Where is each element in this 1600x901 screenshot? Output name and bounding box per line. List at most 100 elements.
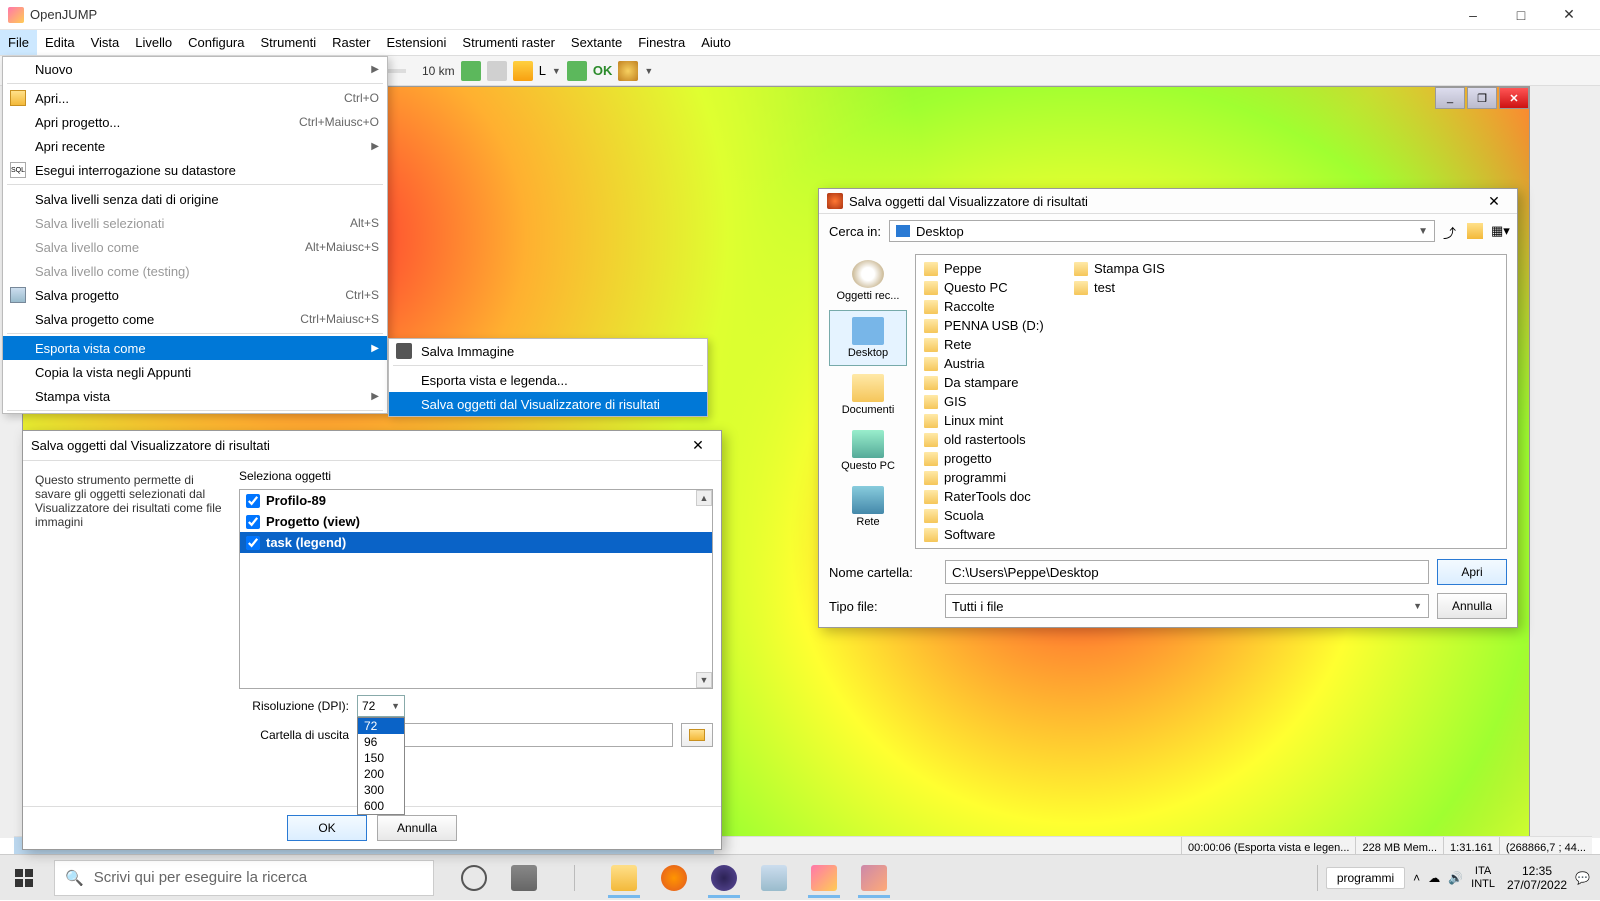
cancel-button[interactable]: Annulla [377,815,457,841]
task-openjump[interactable] [800,858,848,898]
menu-item-copia-vista[interactable]: Copia la vista negli Appunti [3,360,387,384]
window-minimize-button[interactable]: – [1450,1,1496,29]
menu-item-apri[interactable]: Apri...Ctrl+O [3,86,387,110]
dialog-close-button[interactable]: ✕ [683,434,713,458]
tray-onedrive-icon[interactable]: ☁ [1428,871,1440,885]
file-item[interactable]: programmi [920,468,1060,487]
open-button[interactable]: Apri [1437,559,1507,585]
view-mode-icon[interactable]: ▦▾ [1491,223,1507,239]
menu-item-apri-progetto[interactable]: Apri progetto...Ctrl+Maiusc+O [3,110,387,134]
file-item[interactable]: Austria [920,354,1060,373]
menu-item-esporta-vista[interactable]: Esporta vista come▶ [3,336,387,360]
menu-sextante[interactable]: Sextante [563,30,630,55]
object-item[interactable]: Profilo-89 [240,490,712,511]
tool-globe-icon[interactable] [461,61,481,81]
file-item[interactable]: Rete [920,335,1060,354]
menu-strumenti-raster[interactable]: Strumenti raster [454,30,562,55]
dpi-option[interactable]: 600 [358,798,404,814]
menu-item-salva-livello-come[interactable]: Salva livello comeAlt+Maiusc+S [3,235,387,259]
file-item[interactable]: Software [920,525,1060,544]
tray-chevron-icon[interactable]: ˄ [1413,871,1420,885]
dpi-option[interactable]: 72 [358,718,404,734]
tray-language[interactable]: ITAINTL [1471,865,1495,891]
file-item[interactable]: old rastertools [920,430,1060,449]
file-item[interactable]: Scuola [920,506,1060,525]
menu-item-datastore[interactable]: SQLEsegui interrogazione su datastore [3,158,387,182]
ok-button[interactable]: OK [287,815,367,841]
up-folder-icon[interactable]: ⤴ [1443,223,1459,239]
object-item[interactable]: task (legend) [240,532,712,553]
start-button[interactable] [0,855,48,901]
object-item[interactable]: Progetto (view) [240,511,712,532]
file-item[interactable]: Questo PC [920,278,1060,297]
tool-palette-icon[interactable] [618,61,638,81]
window-maximize-button[interactable]: □ [1498,1,1544,29]
docwin-close-button[interactable]: ✕ [1499,87,1529,109]
file-item[interactable]: Stampa GIS [1070,259,1210,278]
dpi-combobox[interactable]: 72▼ 72 96 150 200 300 600 [357,695,405,717]
file-item[interactable]: test [1070,278,1210,297]
menu-configura[interactable]: Configura [180,30,252,55]
object-checkbox[interactable] [246,494,260,508]
menu-item-salva-livelli-sel[interactable]: Salva livelli selezionatiAlt+S [3,211,387,235]
task-explorer[interactable] [600,858,648,898]
objects-listbox[interactable]: ▲ Profilo-89 Progetto (view) task (legen… [239,489,713,689]
file-list[interactable]: PeppeQuesto PCRaccoltePENNA USB (D:)Rete… [915,254,1507,549]
menu-item-salva-livello-testing[interactable]: Salva livello come (testing) [3,259,387,283]
menu-estensioni[interactable]: Estensioni [378,30,454,55]
submenu-salva-oggetti[interactable]: Salva oggetti dal Visualizzatore di risu… [389,392,707,416]
tray-volume-icon[interactable]: 🔊 [1448,871,1463,885]
task-taskview[interactable] [500,858,548,898]
dpi-option[interactable]: 300 [358,782,404,798]
menu-item-nuovo[interactable]: Nuovo▶ [3,57,387,81]
menu-item-salva-progetto[interactable]: Salva progettoCtrl+S [3,283,387,307]
folder-name-input[interactable] [945,560,1429,584]
tool-envelope-icon[interactable] [513,61,533,81]
menu-strumenti[interactable]: Strumenti [253,30,325,55]
menu-item-apri-recente[interactable]: Apri recente▶ [3,134,387,158]
lookin-combobox[interactable]: Desktop ▼ [889,220,1435,242]
dpi-option[interactable]: 200 [358,766,404,782]
object-checkbox[interactable] [246,536,260,550]
menu-raster[interactable]: Raster [324,30,378,55]
scroll-down-icon[interactable]: ▼ [696,672,712,688]
task-cortana[interactable] [450,858,498,898]
dpi-option[interactable]: 150 [358,750,404,766]
place-network[interactable]: Rete [829,480,907,534]
file-type-combobox[interactable]: Tutti i file▼ [945,594,1429,618]
dpi-option[interactable]: 96 [358,734,404,750]
window-close-button[interactable]: ✕ [1546,1,1592,29]
file-chooser-cancel-button[interactable]: Annulla [1437,593,1507,619]
menu-item-salva-progetto-come[interactable]: Salva progetto comeCtrl+Maiusc+S [3,307,387,331]
docwin-minimize-button[interactable]: _ [1435,87,1465,109]
file-chooser-close-button[interactable]: ✕ [1479,189,1509,213]
tray-clock[interactable]: 12:3527/07/2022 [1507,864,1567,892]
tray-notifications-icon[interactable]: 💬 [1575,871,1590,885]
task-eclipse[interactable] [700,858,748,898]
submenu-esporta-vista-legenda[interactable]: Esporta vista e legenda... [389,368,707,392]
file-item[interactable]: Raccolte [920,297,1060,316]
tool-world-icon[interactable] [567,61,587,81]
task-mail[interactable] [750,858,798,898]
menu-aiuto[interactable]: Aiuto [693,30,739,55]
file-item[interactable]: RaterTools doc [920,487,1060,506]
task-app2[interactable] [850,858,898,898]
menu-edita[interactable]: Edita [37,30,83,55]
file-item[interactable]: Da stampare [920,373,1060,392]
menu-livello[interactable]: Livello [127,30,180,55]
file-item[interactable]: Linux mint [920,411,1060,430]
menu-item-stampa-vista[interactable]: Stampa vista▶ [3,384,387,408]
browse-folder-button[interactable] [681,723,713,747]
object-checkbox[interactable] [246,515,260,529]
scroll-up-icon[interactable]: ▲ [696,490,712,506]
tool-print-icon[interactable] [487,61,507,81]
tray-pill[interactable]: programmi [1326,867,1405,889]
place-desktop[interactable]: Desktop [829,310,907,366]
task-firefox[interactable] [650,858,698,898]
docwin-maximize-button[interactable]: ❐ [1467,87,1497,109]
place-this-pc[interactable]: Questo PC [829,424,907,478]
menu-item-salva-livelli[interactable]: Salva livelli senza dati di origine [3,187,387,211]
place-documents[interactable]: Documenti [829,368,907,422]
file-item[interactable]: GIS [920,392,1060,411]
submenu-salva-immagine[interactable]: Salva Immagine [389,339,707,363]
